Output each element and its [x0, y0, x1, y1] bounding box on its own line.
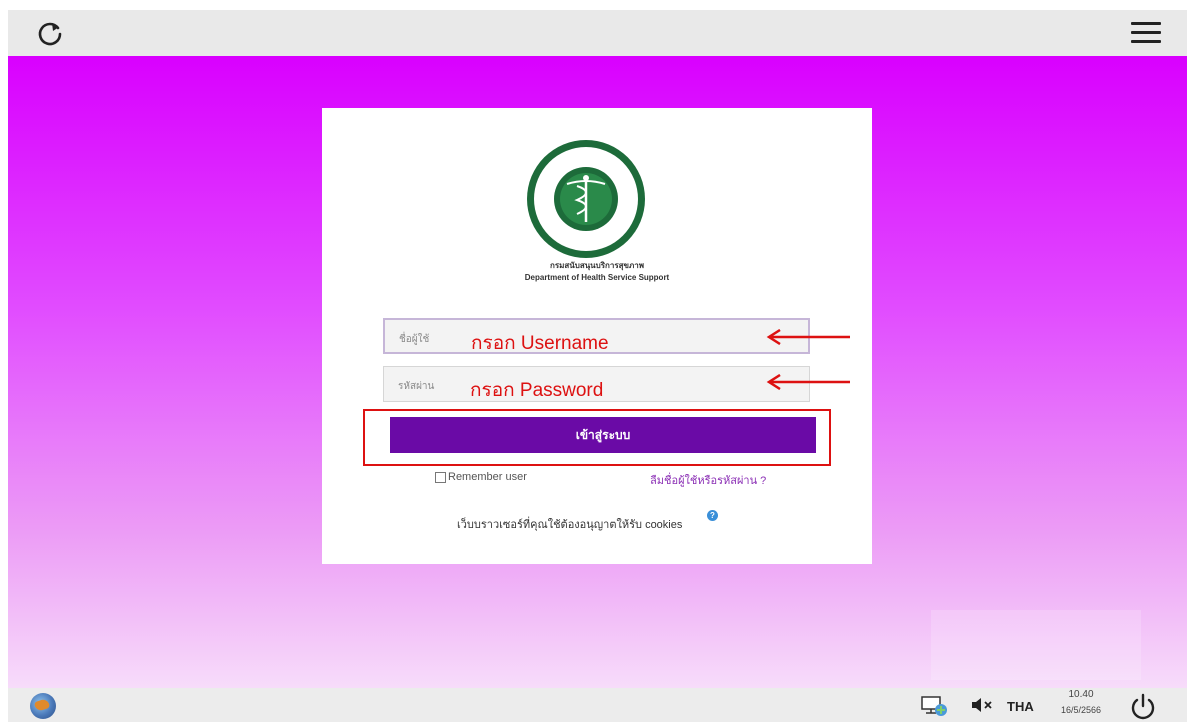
- login-card: กรมสนับสนุนบริการสุขภาพ Department of He…: [322, 108, 872, 564]
- hamburger-menu-icon[interactable]: [1131, 22, 1161, 44]
- username-placeholder: ชื่อผู้ใช้: [399, 334, 430, 345]
- clock-time: 10.40: [1068, 689, 1094, 700]
- checkbox-icon[interactable]: [435, 471, 446, 483]
- cookie-notice: เว็บบราวเซอร์ที่คุณใช้ต้องอนุญาตให้รับ c…: [457, 519, 683, 531]
- arrow-left-icon: [766, 329, 850, 345]
- start-menu-icon[interactable]: [30, 693, 56, 719]
- faint-overlay-panel: [931, 610, 1141, 680]
- top-bar: [8, 10, 1187, 56]
- login-button[interactable]: เข้าสู่ระบบ: [390, 417, 816, 453]
- department-name-thai: กรมสนับสนุนบริการสุขภาพ: [549, 261, 645, 270]
- clock-date: 16/5/2566: [1060, 705, 1102, 715]
- remember-user-checkbox[interactable]: Remember user: [435, 471, 527, 483]
- password-instruction-note: กรอก Password: [470, 380, 604, 401]
- volume-muted-icon[interactable]: [970, 696, 994, 714]
- password-placeholder: รหัสผ่าน: [398, 381, 435, 392]
- department-name-english: Department of Health Service Support: [524, 273, 670, 282]
- power-icon[interactable]: [1129, 692, 1157, 720]
- password-input[interactable]: รหัสผ่าน กรอก Password: [383, 366, 810, 402]
- remember-user-label: Remember user: [448, 471, 527, 483]
- ministry-logo: [527, 140, 645, 258]
- language-indicator[interactable]: THA: [1007, 699, 1034, 714]
- network-icon[interactable]: [920, 695, 948, 717]
- arrow-left-icon: [766, 374, 850, 390]
- help-icon[interactable]: ?: [707, 510, 718, 521]
- taskbar: THA 10.40 16/5/2566: [8, 688, 1187, 722]
- forgot-credentials-link[interactable]: ลืมชื่อผู้ใช้หรือรหัสผ่าน ?: [650, 471, 766, 489]
- username-input[interactable]: ชื่อผู้ใช้ กรอก Username: [383, 318, 810, 354]
- username-instruction-note: กรอก Username: [471, 333, 609, 354]
- refresh-icon[interactable]: [36, 19, 64, 47]
